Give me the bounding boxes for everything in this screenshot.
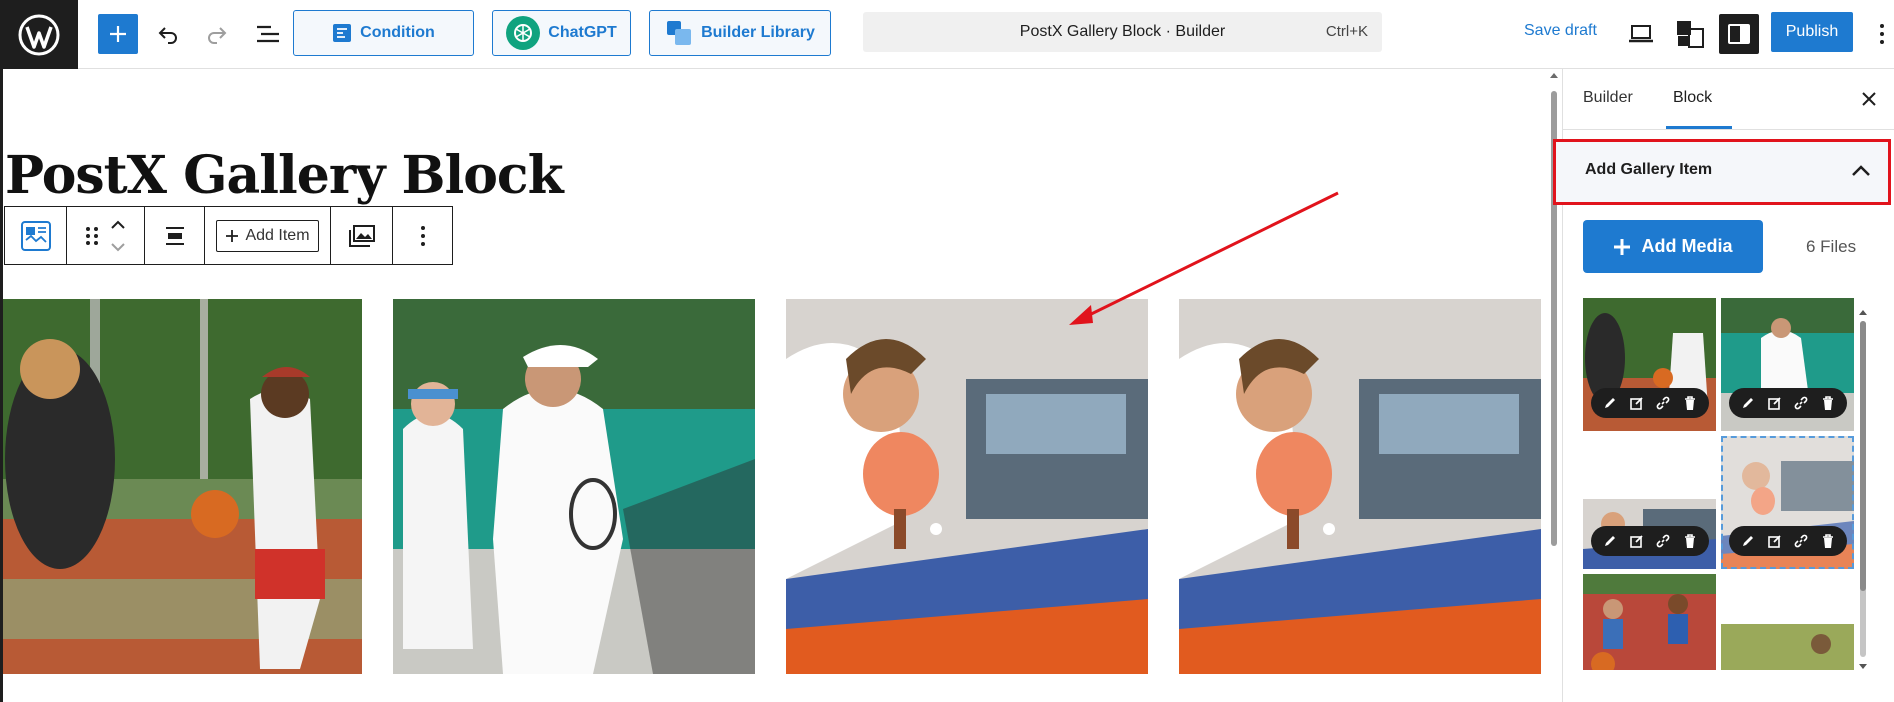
- edit-icon[interactable]: [1600, 531, 1620, 551]
- scroll-up-icon[interactable]: [1547, 69, 1561, 83]
- tab-block[interactable]: Block: [1673, 89, 1712, 107]
- settings-sidebar-toggle[interactable]: [1719, 14, 1759, 54]
- block-options-button[interactable]: [393, 207, 452, 264]
- media-thumbnail[interactable]: [1721, 624, 1854, 670]
- preview-button[interactable]: [1621, 14, 1661, 54]
- settings-sidebar: Builder Block Add Gallery Item Add Media…: [1553, 69, 1894, 702]
- replace-icon[interactable]: [1765, 531, 1785, 551]
- media-thumbnail[interactable]: [1583, 574, 1716, 670]
- list-view-icon: [257, 25, 279, 43]
- more-icon: [420, 225, 425, 246]
- sidebar-toggle-icon: [1728, 24, 1750, 44]
- command-shortcut: Ctrl+K: [1325, 23, 1368, 40]
- scroll-thumb[interactable]: [1860, 321, 1866, 591]
- publish-button[interactable]: Publish: [1771, 12, 1853, 52]
- replace-icon[interactable]: [1627, 393, 1647, 413]
- block-type-button[interactable]: [5, 207, 67, 264]
- thumbnail-actions: [1591, 526, 1709, 556]
- undo-icon: [158, 27, 177, 44]
- thumbnail-actions: [1729, 388, 1847, 418]
- trash-icon[interactable]: [1818, 393, 1838, 413]
- annotation-arrow: [1069, 191, 1339, 325]
- desktop-preview-icon: [1629, 25, 1653, 43]
- add-item-label: Add Item: [245, 226, 310, 244]
- sidebar-tabs: Builder Block: [1563, 69, 1894, 130]
- thumbnail-actions: [1729, 526, 1847, 556]
- gallery-image[interactable]: [1179, 299, 1541, 674]
- trash-icon[interactable]: [1680, 393, 1700, 413]
- undo-button[interactable]: [148, 14, 188, 54]
- block-toolbar: Add Item: [4, 206, 453, 265]
- add-item-group: Add Item: [205, 207, 331, 264]
- more-icon: [1880, 24, 1884, 44]
- condition-button[interactable]: Condition: [293, 10, 474, 56]
- gallery-image[interactable]: [393, 299, 755, 674]
- add-media-button[interactable]: Add Media: [1583, 220, 1763, 273]
- sidebar-scrollbar[interactable]: [1858, 305, 1868, 675]
- plus-icon: [1614, 238, 1631, 255]
- files-count: 6 Files: [1806, 237, 1857, 256]
- library-icon: [667, 21, 692, 45]
- gallery-grid: [3, 299, 1548, 674]
- trash-icon[interactable]: [1680, 531, 1700, 551]
- media-gallery-button[interactable]: [331, 207, 393, 264]
- link-icon[interactable]: [1791, 531, 1811, 551]
- gallery-image[interactable]: [3, 299, 362, 674]
- plus-icon: [226, 229, 239, 242]
- builder-library-label: Builder Library: [701, 24, 815, 41]
- tab-builder[interactable]: Builder: [1583, 89, 1633, 107]
- link-icon[interactable]: [1791, 393, 1811, 413]
- media-gallery-icon: [348, 224, 375, 247]
- media-thumbnail-grid: [1583, 298, 1863, 670]
- drag-handle-icon[interactable]: [85, 225, 99, 247]
- wordpress-icon: [18, 14, 60, 55]
- options-menu-button[interactable]: [1872, 16, 1892, 52]
- link-icon[interactable]: [1653, 393, 1673, 413]
- redo-icon: [208, 27, 227, 44]
- wordpress-logo[interactable]: [0, 0, 78, 69]
- gallery-image[interactable]: [786, 299, 1148, 674]
- close-icon: [1862, 92, 1876, 106]
- scroll-down-icon[interactable]: [1858, 661, 1868, 671]
- styles-icon: [1677, 21, 1704, 48]
- add-item-button[interactable]: Add Item: [216, 219, 319, 252]
- thumbnail-actions: [1591, 388, 1709, 418]
- chatgpt-label: ChatGPT: [548, 24, 617, 41]
- editor-canvas: PostX Gallery Block Add Item: [0, 69, 1562, 702]
- condition-icon: [333, 24, 352, 42]
- condition-label: Condition: [360, 24, 435, 41]
- editor-top-bar: Condition ChatGPT Builder Library PostX …: [0, 0, 1894, 69]
- close-sidebar-button[interactable]: [1853, 83, 1885, 115]
- edit-icon[interactable]: [1738, 393, 1758, 413]
- save-draft-button[interactable]: Save draft: [1524, 22, 1597, 40]
- styles-button[interactable]: [1670, 14, 1710, 54]
- list-view-button[interactable]: [248, 14, 288, 54]
- command-title: PostX Gallery Block · Builder: [1019, 23, 1226, 40]
- block-mover: [67, 207, 145, 264]
- link-icon[interactable]: [1653, 531, 1673, 551]
- command-palette[interactable]: PostX Gallery Block · Builder Ctrl+K: [863, 12, 1382, 52]
- builder-library-button[interactable]: Builder Library: [649, 10, 831, 56]
- redo-button[interactable]: [197, 14, 237, 54]
- chevron-up-icon: [1852, 165, 1870, 176]
- active-tab-indicator: [1666, 126, 1732, 129]
- align-icon: [165, 226, 184, 245]
- trash-icon[interactable]: [1818, 531, 1838, 551]
- add-block-button[interactable]: [98, 14, 138, 54]
- edit-icon[interactable]: [1600, 393, 1620, 413]
- plus-icon: [110, 26, 126, 42]
- add-media-label: Add Media: [1641, 236, 1733, 256]
- chatgpt-button[interactable]: ChatGPT: [492, 10, 631, 56]
- gallery-block-icon: [20, 220, 51, 251]
- move-up-down-icon[interactable]: [109, 218, 127, 254]
- align-button[interactable]: [145, 207, 205, 264]
- chatgpt-icon: [506, 16, 541, 50]
- edit-icon[interactable]: [1738, 531, 1758, 551]
- replace-icon[interactable]: [1627, 531, 1647, 551]
- page-title[interactable]: PostX Gallery Block: [5, 145, 564, 206]
- add-gallery-item-panel-header[interactable]: Add Gallery Item: [1553, 139, 1891, 205]
- replace-icon[interactable]: [1765, 393, 1785, 413]
- panel-title: Add Gallery Item: [1585, 161, 1713, 178]
- scroll-up-icon[interactable]: [1858, 308, 1868, 318]
